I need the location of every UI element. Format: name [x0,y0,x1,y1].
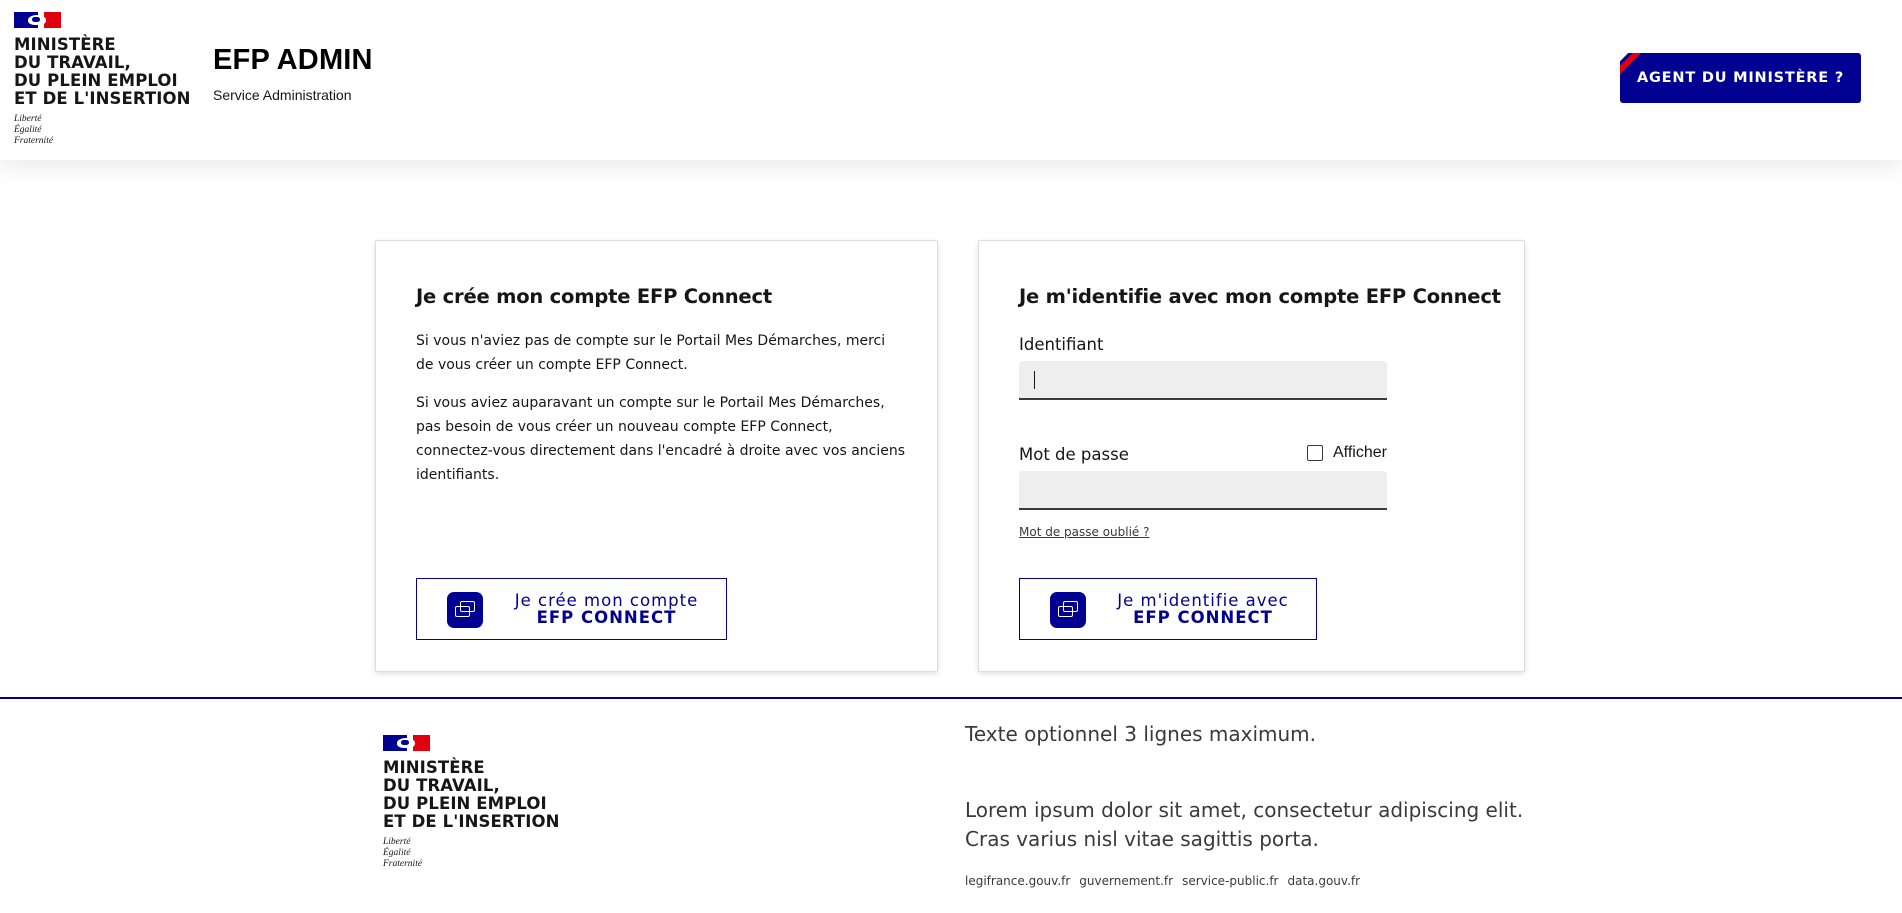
footer-optional-text: Texte optionnel 3 lignes maximum. [965,722,1317,746]
show-password-checkbox[interactable] [1307,445,1323,461]
text-caret [1034,371,1035,389]
motto-line: Égalité [383,848,411,858]
create-account-card: Je crée mon compte EFP Connect Si vous n… [375,240,938,672]
ministry-line: du plein emploi [383,794,547,813]
marianne-flag-icon [383,735,430,751]
republic-motto: Liberté Égalité Fraternité [14,114,191,147]
password-input[interactable] [1019,471,1387,510]
service-tagline: Service Administration [213,87,352,103]
ministry-line: du travail, [14,53,131,72]
footer-ministry-name: Ministère du travail, du plein emploi et… [383,759,560,831]
efp-connect-icon [1050,592,1086,628]
button-label-line: Je crée mon compte [514,591,699,610]
footer-link-data-gouv[interactable]: data.gouv.fr [1287,874,1360,888]
footer-republic-motto: Liberté Égalité Fraternité [383,837,560,870]
site-header: Ministère du travail, du plein emploi et… [0,0,1902,160]
login-button-label: Je m'identifie avec EFP CONNECT [1100,592,1306,626]
login-efp-connect-button[interactable]: Je m'identifie avec EFP CONNECT [1019,578,1317,640]
efp-connect-icon [447,592,483,628]
create-card-paragraph: Si vous aviez auparavant un compte sur l… [416,395,906,483]
identifier-input[interactable] [1019,361,1387,400]
create-button-label: Je crée mon compte EFP CONNECT [497,592,716,626]
agent-login-button[interactable]: AGENT DU MINISTÈRE ? [1620,53,1861,103]
motto-line: Liberté [14,114,42,124]
password-label: Mot de passe [1019,445,1129,464]
ministry-line: Ministère [383,758,485,777]
footer-description: Lorem ipsum dolor sit amet, consectetur … [965,798,1524,851]
button-label-line: EFP CONNECT [1133,608,1273,627]
button-label-line: EFP CONNECT [536,608,677,627]
footer-link-legifrance[interactable]: legifrance.gouv.fr [965,874,1070,888]
create-efp-connect-button[interactable]: Je crée mon compte EFP CONNECT [416,578,727,640]
ministry-line: et de l'insertion [14,89,191,108]
footer-links: legifrance.gouv.fr guvernement.fr servic… [965,874,1360,888]
agent-login-label: AGENT DU MINISTÈRE ? [1636,70,1845,86]
login-card: Je m'identifie avec mon compte EFP Conne… [978,240,1525,672]
service-branding: EFP ADMIN Service Administration [213,44,373,103]
login-card-title: Je m'identifie avec mon compte EFP Conne… [1019,285,1501,308]
forgot-password-link[interactable]: Mot de passe oublié ? [1019,525,1150,539]
motto-line: Fraternité [383,859,423,869]
button-label-line: Je m'identifie avec [1117,591,1289,610]
show-password-label: Afficher [1333,444,1387,461]
create-card-paragraph: Si vous n'aviez pas de compte sur le Por… [416,333,886,373]
motto-line: Égalité [14,125,42,135]
marianne-flag-icon [14,12,61,28]
ministry-line: et de l'insertion [383,812,560,831]
footer-link-service-public[interactable]: service-public.fr [1182,874,1278,888]
show-password-toggle[interactable]: Afficher [1307,444,1387,462]
ministry-line: du plein emploi [14,71,178,90]
identifier-label: Identifiant [1019,335,1104,354]
footer-ministry-logo[interactable]: Ministère du travail, du plein emploi et… [383,735,560,870]
ministry-logo[interactable]: Ministère du travail, du plein emploi et… [14,12,191,147]
ministry-line: du travail, [383,776,500,795]
service-title[interactable]: EFP ADMIN [213,44,373,77]
create-card-title: Je crée mon compte EFP Connect [416,285,772,308]
footer-link-gouvernement[interactable]: guvernement.fr [1079,874,1173,888]
ministry-line: Ministère [14,35,116,54]
ministry-name: Ministère du travail, du plein emploi et… [14,36,191,108]
motto-line: Fraternité [14,136,54,146]
footer-divider [0,697,1902,699]
motto-line: Liberté [383,837,411,847]
